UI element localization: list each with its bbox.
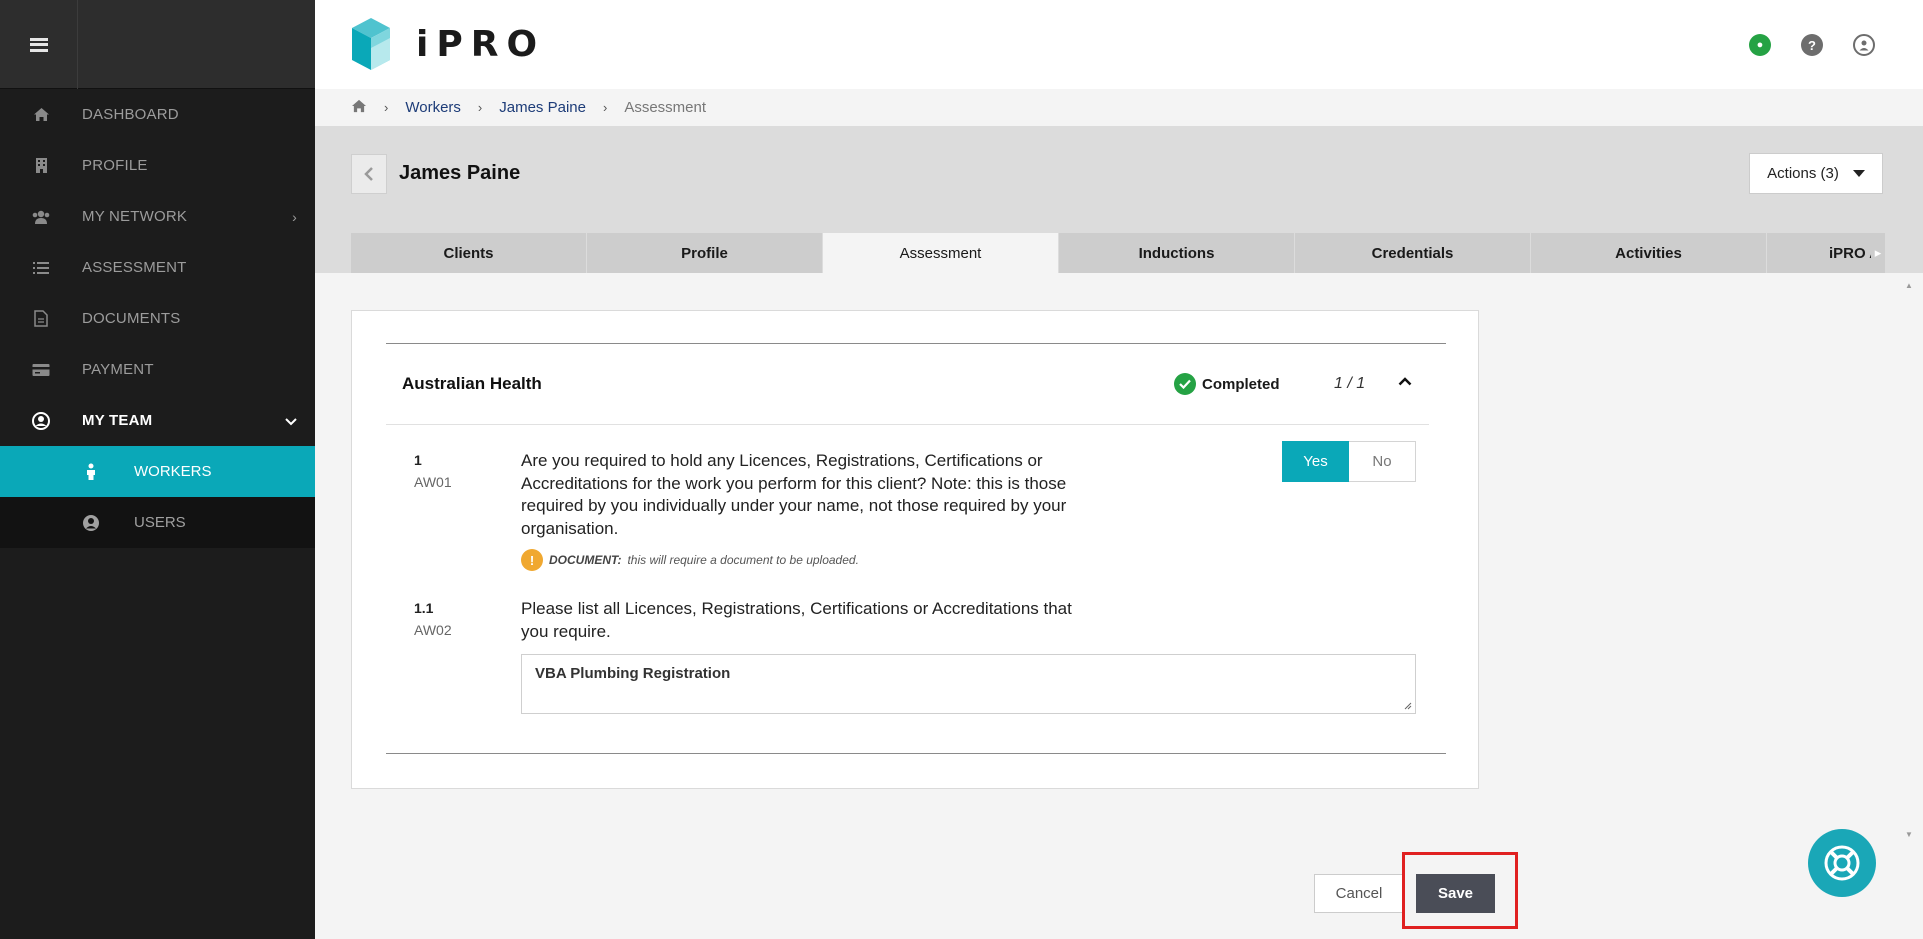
answer-textarea[interactable]: VBA Plumbing Registration — [521, 654, 1416, 714]
sidebar-item-label: DASHBOARD — [82, 106, 179, 123]
resize-handle-icon[interactable] — [1404, 702, 1412, 710]
breadcrumb-separator-icon: › — [602, 100, 608, 115]
question-code: AW02 — [414, 622, 452, 638]
breadcrumb-current: Assessment — [624, 99, 707, 116]
answer-value: VBA Plumbing Registration — [535, 665, 731, 682]
save-highlight-box — [1402, 852, 1518, 929]
yes-button[interactable]: Yes — [1282, 441, 1349, 482]
home-icon — [0, 107, 82, 122]
chevron-right-icon: › — [292, 208, 297, 225]
sidebar-item-label: DOCUMENTS — [82, 310, 181, 327]
tab-inductions[interactable]: Inductions — [1059, 233, 1295, 273]
breadcrumb-separator-icon: › — [477, 100, 483, 115]
document-note: ! DOCUMENT: this will require a document… — [521, 549, 859, 571]
home-icon[interactable] — [351, 99, 367, 117]
user-circle-icon — [0, 411, 82, 430]
sidebar-item-label: PROFILE — [82, 157, 148, 174]
question-count: 1 / 1 — [1334, 375, 1366, 392]
breadcrumb-separator-icon: › — [384, 100, 389, 115]
tab-ipro-activities[interactable]: iPRO Ac — [1767, 233, 1885, 273]
sidebar-header — [0, 0, 315, 89]
assessment-card: Australian Health Completed 1 / 1 1 AW01… — [351, 310, 1479, 789]
chevron-left-icon — [364, 167, 373, 181]
status-label: Completed — [1202, 375, 1280, 393]
sidebar: DASHBOARD PROFILE MY NETWORK › ASSESSMEN… — [0, 0, 315, 939]
actions-dropdown-button[interactable]: Actions (3) — [1749, 153, 1883, 194]
caret-down-icon — [1852, 170, 1865, 177]
page-title: James Paine — [399, 162, 521, 184]
credit-card-icon — [0, 363, 82, 377]
building-icon — [0, 157, 82, 174]
tab-credentials[interactable]: Credentials — [1295, 233, 1531, 273]
sidebar-item-my-network[interactable]: MY NETWORK › — [0, 191, 315, 242]
back-button[interactable] — [351, 154, 387, 194]
hamburger-icon — [29, 37, 48, 52]
tab-bar: Clients Profile Assessment Inductions Cr… — [351, 233, 1885, 273]
question-number: 1.1 — [414, 600, 434, 616]
tab-clients[interactable]: Clients — [351, 233, 587, 273]
user-circle-icon — [0, 514, 134, 532]
tab-assessment[interactable]: Assessment — [823, 233, 1059, 273]
divider — [386, 753, 1446, 754]
users-icon — [0, 209, 82, 225]
question-number: 1 — [414, 452, 422, 468]
sidebar-item-dashboard[interactable]: DASHBOARD — [0, 89, 315, 140]
tab-scroll-right-icon[interactable]: ▸ — [1871, 233, 1885, 273]
divider — [386, 343, 1446, 344]
top-bar: iPRO ● ? — [315, 0, 1923, 89]
cancel-button[interactable]: Cancel — [1314, 874, 1404, 913]
logo-mark-icon — [352, 18, 390, 70]
sidebar-item-label: ASSESSMENT — [82, 259, 187, 276]
person-icon — [0, 463, 134, 481]
user-account-icon[interactable] — [1853, 34, 1875, 56]
sidebar-item-payment[interactable]: PAYMENT — [0, 344, 315, 395]
scrollbar-down-arrow-icon[interactable]: ▼ — [1905, 830, 1915, 839]
chevron-down-icon — [285, 413, 297, 429]
yes-no-toggle: Yes No — [1282, 441, 1416, 482]
no-button[interactable]: No — [1349, 441, 1416, 482]
menu-toggle-button[interactable] — [0, 0, 78, 89]
note-text: this will require a document to be uploa… — [627, 553, 859, 567]
sidebar-item-label: MY TEAM — [82, 412, 153, 429]
lifebuoy-icon[interactable] — [1808, 829, 1876, 897]
tab-activities[interactable]: Activities — [1531, 233, 1767, 273]
document-icon — [0, 310, 82, 327]
sidebar-item-label: MY NETWORK — [82, 208, 188, 225]
status-badge: Completed — [1174, 373, 1280, 395]
check-circle-icon — [1174, 373, 1196, 395]
warning-icon: ! — [521, 549, 543, 571]
sidebar-subitem-label: WORKERS — [134, 463, 212, 480]
worker-header: James Paine Actions (3) Clients Profile … — [315, 126, 1923, 273]
section-title: Australian Health — [402, 374, 542, 393]
breadcrumb-link-worker[interactable]: James Paine — [499, 99, 586, 116]
sidebar-item-documents[interactable]: DOCUMENTS — [0, 293, 315, 344]
sidebar-subitem-workers[interactable]: WORKERS — [0, 446, 315, 497]
list-icon — [0, 261, 82, 275]
scrollbar-up-arrow-icon[interactable]: ▲ — [1905, 281, 1915, 290]
sidebar-item-assessment[interactable]: ASSESSMENT — [0, 242, 315, 293]
sidebar-item-profile[interactable]: PROFILE — [0, 140, 315, 191]
breadcrumb: › Workers › James Paine › Assessment — [315, 89, 1923, 126]
help-icon[interactable]: ? — [1801, 34, 1823, 56]
shield-status-icon[interactable]: ● — [1749, 34, 1771, 56]
section-header[interactable]: Australian Health Completed 1 / 1 — [386, 345, 1429, 425]
chevron-up-icon[interactable] — [1398, 377, 1412, 386]
logo-text: iPRO — [416, 23, 546, 65]
breadcrumb-link-workers[interactable]: Workers — [405, 99, 461, 116]
question-code: AW01 — [414, 474, 452, 490]
sidebar-item-label: PAYMENT — [82, 361, 154, 378]
app-logo[interactable]: iPRO — [350, 16, 545, 72]
question-text: Please list all Licences, Registrations,… — [521, 599, 1072, 641]
note-label: DOCUMENT: — [549, 553, 622, 567]
tab-profile[interactable]: Profile — [587, 233, 823, 273]
sidebar-item-my-team[interactable]: MY TEAM — [0, 395, 315, 446]
sidebar-subitem-users[interactable]: USERS — [0, 497, 315, 548]
question-text: Are you required to hold any Licences, R… — [521, 451, 1067, 538]
actions-label: Actions (3) — [1767, 165, 1839, 182]
sidebar-subitem-label: USERS — [134, 514, 186, 531]
